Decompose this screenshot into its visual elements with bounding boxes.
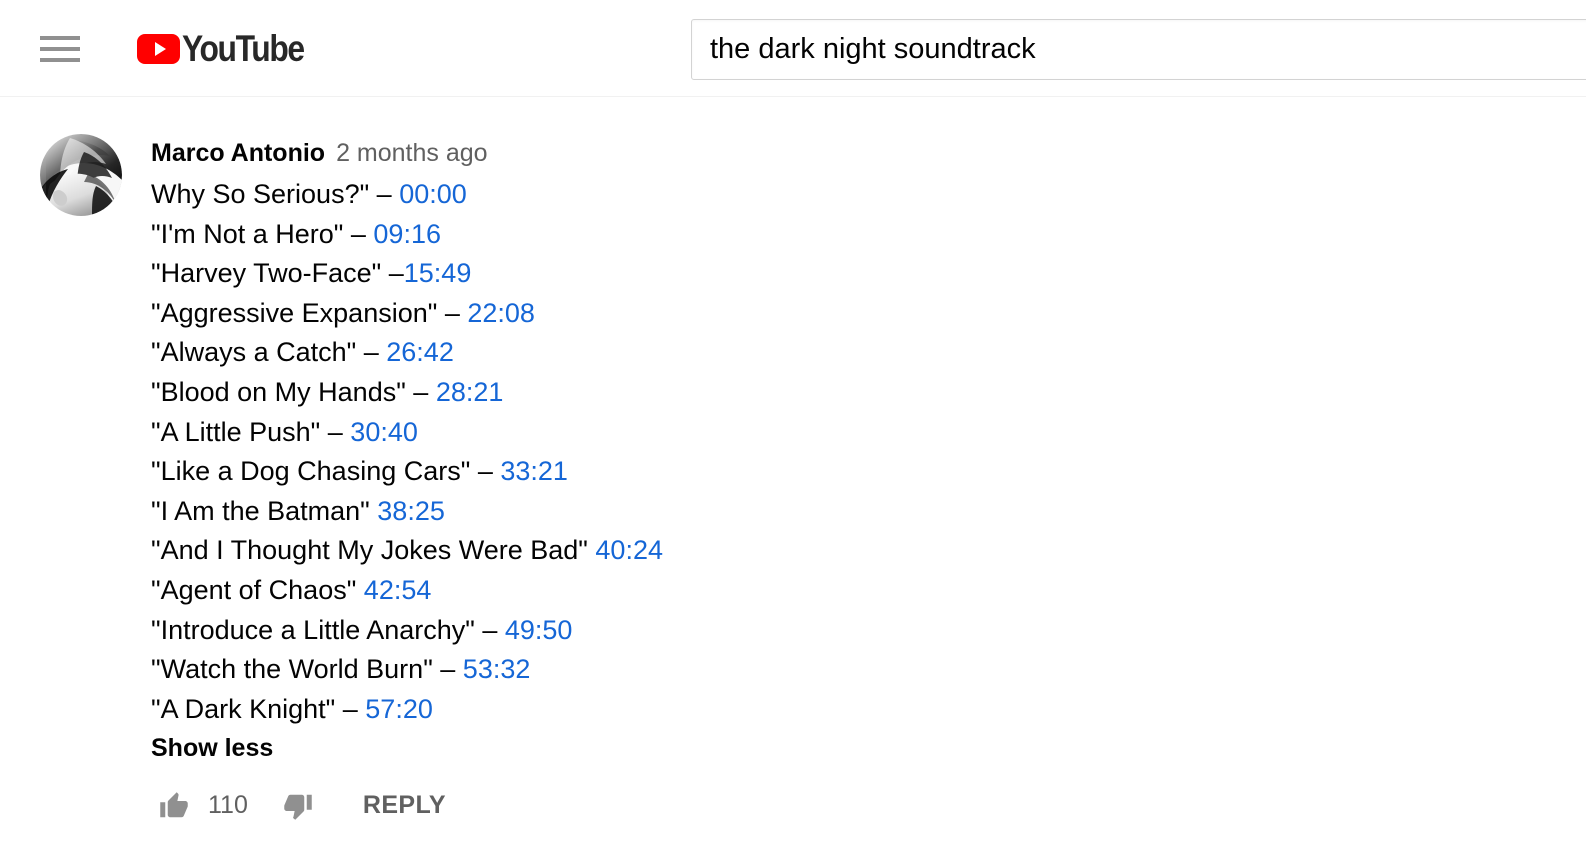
comment-line: "Agent of Chaos" 42:54 — [151, 571, 1586, 611]
timestamp-link[interactable]: 49:50 — [505, 615, 573, 645]
track-title: "Like a Dog Chasing Cars" – — [151, 456, 501, 487]
timestamp-link[interactable]: 30:40 — [350, 417, 418, 447]
comment-line: "I Am the Batman" 38:25 — [151, 492, 1586, 532]
comment-body: Why So Serious?" – 00:00 "I'm Not a Hero"… — [151, 175, 1586, 729]
comment-line: Why So Serious?" – 00:00 — [151, 175, 1586, 215]
youtube-logo[interactable]: YouTube — [137, 28, 324, 70]
comment-line: "Harvey Two-Face" –15:49 — [151, 254, 1586, 294]
comment-line: "Blood on My Hands" – 28:21 — [151, 373, 1586, 413]
track-title: "Agent of Chaos" — [151, 574, 364, 605]
timestamp-link[interactable]: 53:32 — [463, 654, 531, 684]
vote-count: 110 — [208, 791, 248, 820]
comment-item: Marco Antonio 2 months ago Why So Seriou… — [0, 97, 1586, 829]
track-title: "Always a Catch" – — [151, 337, 387, 368]
comment-main: Marco Antonio 2 months ago Why So Seriou… — [151, 134, 1586, 829]
timestamp-link[interactable]: 40:24 — [595, 535, 663, 565]
comment-author-name[interactable]: Marco Antonio — [151, 136, 325, 170]
comment-line: "And I Thought My Jokes Were Bad" 40:24 — [151, 531, 1586, 571]
timestamp-link[interactable]: 09:16 — [373, 219, 441, 249]
show-less-button[interactable]: Show less — [151, 729, 273, 769]
thumb-up-icon[interactable] — [159, 791, 189, 821]
track-title: "And I Thought My Jokes Were Bad" — [151, 535, 596, 566]
hamburger-bar-3 — [40, 58, 80, 62]
timestamp-link[interactable]: 15:49 — [404, 258, 472, 288]
search-input[interactable] — [692, 20, 1586, 79]
track-title: "A Dark Knight" – — [151, 693, 366, 724]
timestamp-link[interactable]: 26:42 — [386, 337, 454, 367]
comment-line: "A Little Push" – 30:40 — [151, 413, 1586, 453]
timestamp-link[interactable]: 42:54 — [364, 575, 432, 605]
timestamp-link[interactable]: 00:00 — [399, 179, 467, 209]
track-title: "Blood on My Hands" – — [151, 376, 436, 407]
comment-published-time[interactable]: 2 months ago — [336, 136, 488, 170]
hamburger-menu-icon[interactable] — [40, 31, 87, 67]
search-box[interactable] — [691, 19, 1586, 80]
comment-thread: Marco Antonio 2 months ago Why So Seriou… — [0, 97, 1586, 829]
reply-button[interactable]: REPLY — [363, 791, 446, 820]
masthead-header: YouTube — [0, 0, 1586, 97]
track-title: Why So Serious?" – — [151, 179, 400, 209]
comment-header: Marco Antonio 2 months ago — [151, 136, 1586, 170]
track-title: "Watch the World Burn" – — [151, 654, 463, 685]
timestamp-link[interactable]: 57:20 — [365, 694, 433, 724]
comment-line: "I'm Not a Hero" – 09:16 — [151, 215, 1586, 255]
track-title: "I Am the Batman" — [151, 495, 378, 526]
comment-line: "Watch the World Burn" – 53:32 — [151, 650, 1586, 690]
track-title: "Harvey Two-Face" – — [151, 258, 404, 289]
thumb-down-icon[interactable] — [283, 791, 313, 821]
comment-line: "A Dark Knight" – 57:20 — [151, 690, 1586, 730]
youtube-wordmark: YouTube — [182, 28, 305, 69]
comment-line: "Always a Catch" – 26:42 — [151, 333, 1586, 373]
play-triangle — [154, 42, 166, 56]
comment-action-bar: 110 REPLY — [151, 783, 1586, 829]
avatar[interactable] — [40, 134, 122, 216]
track-title: "Introduce a Little Anarchy" – — [151, 614, 505, 645]
comment-line: "Like a Dog Chasing Cars" – 33:21 — [151, 452, 1586, 492]
timestamp-link[interactable]: 22:08 — [467, 298, 535, 328]
track-title: "I'm Not a Hero" – — [151, 218, 374, 249]
track-title: "Aggressive Expansion" – — [151, 297, 468, 328]
timestamp-link[interactable]: 33:21 — [500, 456, 568, 486]
track-title: "A Little Push" – — [151, 416, 351, 447]
timestamp-link[interactable]: 28:21 — [436, 377, 504, 407]
youtube-play-icon — [137, 34, 180, 64]
timestamp-link[interactable]: 38:25 — [377, 496, 445, 526]
comment-line: "Aggressive Expansion" – 22:08 — [151, 294, 1586, 334]
hamburger-bar-1 — [40, 36, 80, 40]
hamburger-bar-2 — [40, 47, 80, 51]
comment-line: "Introduce a Little Anarchy" – 49:50 — [151, 611, 1586, 651]
